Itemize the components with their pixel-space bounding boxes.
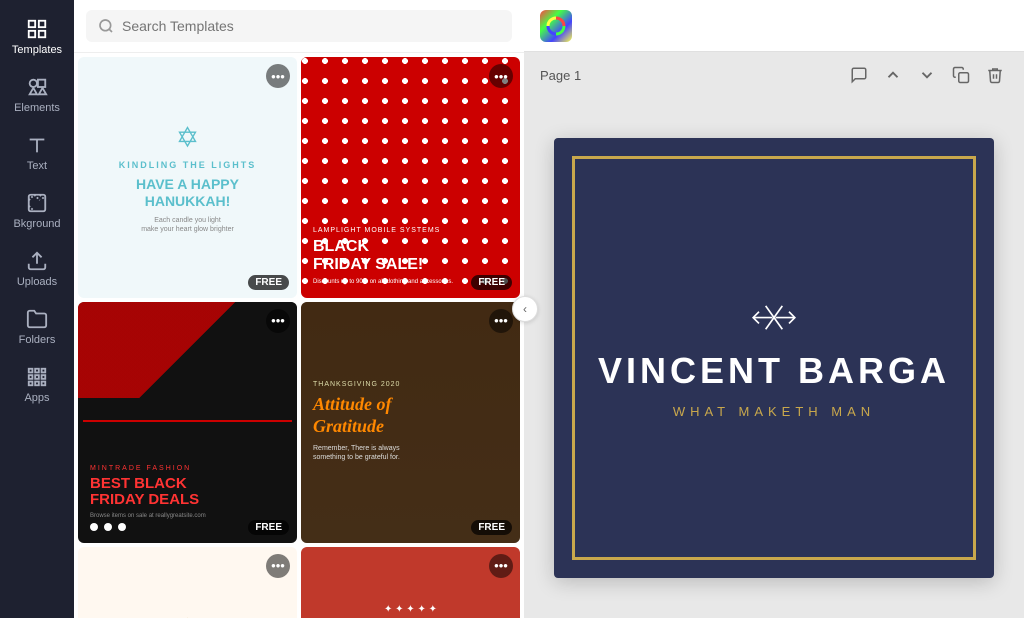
search-bar xyxy=(74,0,524,53)
canvas-viewport: VINCENT BARGA WHAT MAKETH MAN xyxy=(524,98,1024,618)
duplicate-button[interactable] xyxy=(948,62,974,88)
design-content: VINCENT BARGA WHAT MAKETH MAN xyxy=(598,298,950,419)
chevron-down-icon xyxy=(918,66,936,84)
move-up-button[interactable] xyxy=(880,62,906,88)
brand-logo xyxy=(540,10,572,42)
search-input[interactable] xyxy=(122,18,500,34)
more-button-1[interactable]: ••• xyxy=(266,64,290,88)
apps-icon xyxy=(26,366,48,388)
page-label: Page 1 xyxy=(540,68,838,83)
sidebar-item-apps[interactable]: Apps xyxy=(0,356,74,414)
spectrum-icon xyxy=(546,16,566,36)
free-badge-3: FREE xyxy=(248,520,289,535)
sidebar-item-templates[interactable]: Templates xyxy=(0,8,74,66)
design-canvas[interactable]: VINCENT BARGA WHAT MAKETH MAN xyxy=(554,138,994,578)
more-button-5[interactable]: ••• xyxy=(266,554,290,578)
sidebar-label-uploads: Uploads xyxy=(17,276,57,288)
more-button-2[interactable]: ••• xyxy=(489,64,513,88)
more-button-3[interactable]: ••• xyxy=(266,309,290,333)
design-tagline: WHAT MAKETH MAN xyxy=(673,404,875,419)
sidebar-item-elements[interactable]: Elements xyxy=(0,66,74,124)
folder-icon xyxy=(26,308,48,330)
sidebar-item-text[interactable]: Text xyxy=(0,124,74,182)
templates-grid-wrap: ✡ KINDLING THE LIGHTS HAVE A HAPPYHANUKK… xyxy=(74,53,524,618)
shapes-icon xyxy=(26,76,48,98)
sidebar-label-apps: Apps xyxy=(24,392,49,404)
canvas-toolbar xyxy=(524,0,1024,52)
move-down-button[interactable] xyxy=(914,62,940,88)
canvas-area: Page 1 xyxy=(524,0,1024,618)
sidebar: Templates Elements Text Bkground Uploads xyxy=(0,0,74,618)
template-card-3[interactable]: MINTRADE FASHION BEST BLACKFRIDAY DEALS … xyxy=(78,302,297,543)
sidebar-label-elements: Elements xyxy=(14,102,60,114)
more-button-4[interactable]: ••• xyxy=(489,309,513,333)
text-icon xyxy=(26,134,48,156)
page-actions xyxy=(846,62,1008,88)
template-card-6[interactable]: ✦ ✦ ✦ ✦ ✦ TO ALL MY FRIENDS... MerryChri… xyxy=(301,547,520,618)
search-input-wrap xyxy=(86,10,512,42)
sidebar-label-text: Text xyxy=(27,160,47,172)
sidebar-label-templates: Templates xyxy=(12,44,62,56)
panel-collapse-button[interactable]: ‹ xyxy=(512,296,538,322)
template-card-2[interactable]: LAMPLIGHT MOBILE SYSTEMS BLACKFRIDAY SAL… xyxy=(301,57,520,298)
templates-grid: ✡ KINDLING THE LIGHTS HAVE A HAPPYHANUKK… xyxy=(74,53,524,618)
grid-icon xyxy=(26,18,48,40)
sidebar-item-uploads[interactable]: Uploads xyxy=(0,240,74,298)
free-badge-1: FREE xyxy=(248,275,289,290)
comment-button[interactable] xyxy=(846,62,872,88)
template-card-5[interactable]: ✡ To you & your family HAVE A HAPPYHANUK… xyxy=(78,547,297,618)
sidebar-label-folders: Folders xyxy=(19,334,56,346)
sidebar-item-folders[interactable]: Folders xyxy=(0,298,74,356)
trash-icon xyxy=(986,66,1004,84)
sidebar-label-background: Bkground xyxy=(13,218,60,230)
free-badge-2: FREE xyxy=(471,275,512,290)
comment-icon xyxy=(850,66,868,84)
search-icon xyxy=(98,18,114,34)
chevron-up-icon xyxy=(884,66,902,84)
canvas-page-header: Page 1 xyxy=(524,52,1024,98)
design-name: VINCENT BARGA xyxy=(598,350,950,392)
upload-icon xyxy=(26,250,48,272)
sidebar-item-background[interactable]: Bkground xyxy=(0,182,74,240)
free-badge-4: FREE xyxy=(471,520,512,535)
more-button-6[interactable]: ••• xyxy=(489,554,513,578)
background-icon xyxy=(26,192,48,214)
arrow-cross-icon xyxy=(749,298,799,338)
templates-panel: ✡ KINDLING THE LIGHTS HAVE A HAPPYHANUKK… xyxy=(74,0,524,618)
duplicate-icon xyxy=(952,66,970,84)
template-card-1[interactable]: ✡ KINDLING THE LIGHTS HAVE A HAPPYHANUKK… xyxy=(78,57,297,298)
delete-button[interactable] xyxy=(982,62,1008,88)
template-card-4[interactable]: THANKSGIVING 2020 Attitude ofGratitude R… xyxy=(301,302,520,543)
